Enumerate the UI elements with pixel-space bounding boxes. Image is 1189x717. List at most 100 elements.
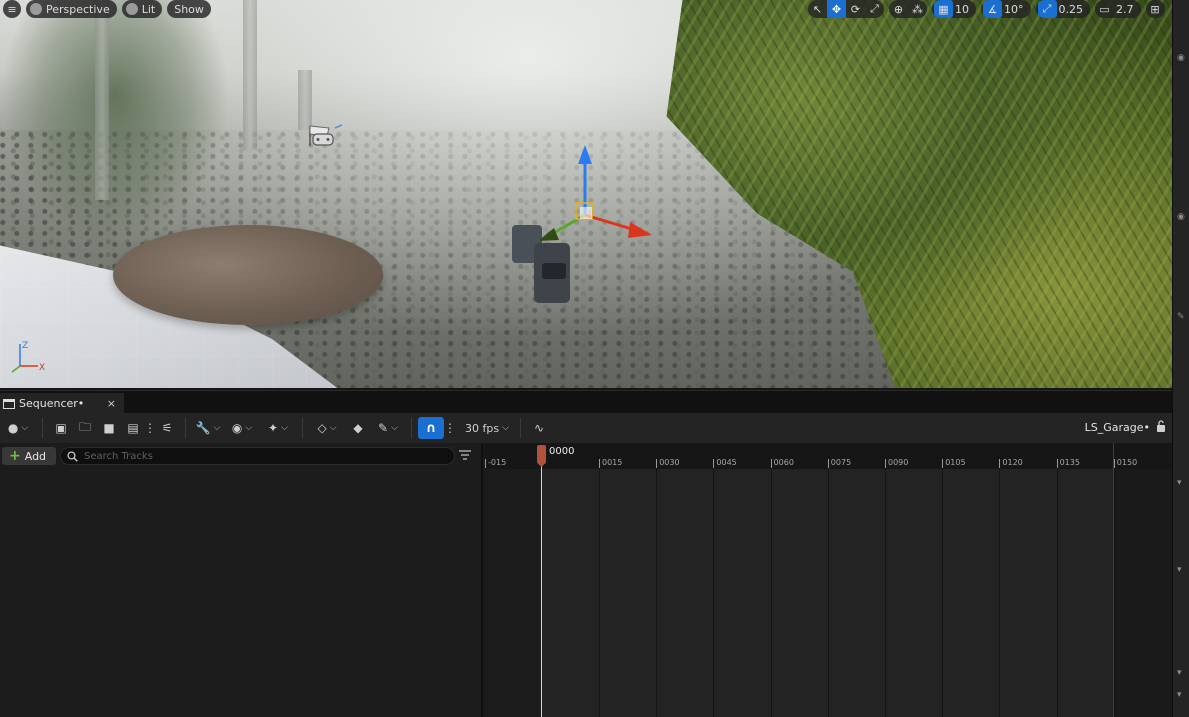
eye-icon[interactable]: ◉	[1177, 212, 1187, 222]
add-track-button[interactable]: + Add	[2, 447, 56, 465]
chevron-down-icon: ⌵	[21, 423, 29, 433]
chevron-down-icon[interactable]: ▾	[1177, 668, 1187, 678]
tab-sequencer[interactable]: Sequencer• ×	[0, 393, 124, 414]
clapper-button[interactable]: ▤	[121, 416, 145, 440]
scale-snap-value[interactable]: 0.25	[1057, 0, 1091, 18]
grid-snap-toggle[interactable]: ▦ 10	[932, 0, 976, 18]
diamond-icon: ◇	[317, 421, 327, 435]
timeline-area[interactable]: -015 0015 0030 0045 0060 0075 0090 0105 0120 0135…	[485, 443, 1172, 717]
fps-label: 30 fps	[465, 421, 500, 435]
movie-camera-icon: ■	[103, 421, 115, 435]
key-interp-button[interactable]: ◇ ⌵	[309, 416, 345, 440]
edit-mode-button[interactable]: ✎ ⌵	[371, 416, 405, 440]
perspective-button[interactable]: Perspective	[26, 0, 117, 18]
search-icon	[67, 450, 78, 462]
lock-icon[interactable]	[1156, 420, 1166, 432]
translate-mode-icon[interactable]: ✥	[827, 0, 846, 18]
rotate-mode-icon[interactable]: ⟳	[846, 0, 865, 18]
scale-snap-toggle[interactable]: ⤢ 0.25	[1035, 0, 1091, 18]
camera-icon: ▭	[1099, 2, 1110, 16]
playback-options-button[interactable]: ✦ ⌵	[260, 416, 296, 440]
ruler-tick-label: 0150	[1116, 458, 1138, 467]
curve-editor-button[interactable]: ∿	[527, 416, 551, 440]
camera-speed-button[interactable]: ▭ 2.7	[1095, 0, 1141, 18]
key-icon: ◆	[353, 421, 363, 435]
tab-label: Sequencer•	[19, 397, 85, 410]
snap-toggle-button[interactable]: ∩	[418, 417, 444, 439]
grid-snap-value[interactable]: 10	[953, 0, 976, 18]
ruler-tick-mark	[885, 459, 886, 468]
close-tab-button[interactable]: ×	[107, 397, 116, 410]
player-start-icon[interactable]	[307, 120, 347, 150]
more-options-button[interactable]: ⋮	[144, 416, 156, 440]
auto-key-button[interactable]: ◆	[345, 416, 371, 440]
search-tracks-input[interactable]	[84, 450, 444, 462]
chevron-down-icon[interactable]: ▾	[1177, 565, 1187, 575]
world-menu-button[interactable]: ● ⌵	[0, 416, 36, 440]
scale-snap-icon: ⤢	[1037, 0, 1057, 18]
playback-end-marker[interactable]	[1113, 443, 1114, 717]
timeline-grid-line	[599, 469, 600, 717]
playhead-frame-label: 0000	[549, 446, 575, 457]
ruler-tick-mark	[770, 459, 772, 468]
snap-options-button[interactable]: ⋮	[444, 416, 456, 440]
viewport-options-button[interactable]: ≡	[3, 0, 21, 18]
wrench-icon: 🔧	[195, 421, 211, 435]
hamburger-icon: ≡	[7, 2, 17, 16]
show-button[interactable]: Show	[167, 0, 211, 18]
ruler-tick-mark	[1056, 459, 1058, 468]
ruler-tick-label: 0075	[830, 458, 852, 467]
keyframe-star-icon: ✦	[268, 421, 279, 435]
timeline-grid-line	[656, 469, 658, 717]
timeline-grid-line	[1056, 469, 1058, 717]
lit-sphere-icon	[125, 3, 138, 15]
rotation-snap-toggle[interactable]: ∡ 10°	[981, 0, 1031, 18]
fps-selector[interactable]: 30 fps ⌵	[460, 416, 514, 440]
pencil-icon[interactable]: ✎	[1177, 312, 1187, 322]
ruler-tick-mark	[656, 459, 658, 468]
ruler-tick-label: 0120	[1002, 458, 1023, 467]
eye-icon[interactable]: ◉	[1177, 53, 1187, 63]
timeline-grid-line	[999, 469, 1001, 717]
pre-roll-region	[485, 469, 541, 717]
chevron-down-icon[interactable]: ▾	[1177, 478, 1187, 488]
ruler-tick-label: 0060	[773, 458, 794, 467]
rotation-snap-value[interactable]: 10°	[1002, 0, 1031, 18]
filter-icon[interactable]	[459, 449, 471, 461]
actions-icon: ⚟	[161, 421, 173, 435]
world-space-icon[interactable]: ⊕	[889, 0, 908, 18]
timeline-grid-line	[827, 469, 829, 717]
ruler-tick-mark	[827, 459, 829, 468]
curve-icon: ∿	[533, 421, 545, 435]
settings-button[interactable]: 🔧 ⌵	[192, 416, 224, 440]
chevron-down-icon: ⌵	[502, 423, 509, 433]
ruler-tick-mark	[942, 459, 944, 468]
angle-snap-icon: ∡	[983, 0, 1002, 18]
save-sequence-button[interactable]: ▣	[49, 416, 73, 440]
actions-button[interactable]: ⚟	[155, 416, 179, 440]
timeline-grid-line	[885, 469, 886, 717]
post-roll-region	[1114, 469, 1172, 717]
view-mode-button[interactable]: Lit	[121, 0, 163, 18]
layout-button[interactable]: ⊞	[1145, 0, 1165, 18]
timeline-grid-line	[942, 469, 944, 717]
select-mode-icon[interactable]: ↖	[808, 0, 827, 18]
timeline-grid-line	[713, 469, 715, 717]
render-movie-button[interactable]: ■	[97, 416, 121, 440]
scale-mode-icon[interactable]: ⤢	[865, 0, 884, 18]
surface-snap-icon[interactable]: ⁂	[908, 0, 927, 18]
level-viewport[interactable]: Z X ≡ Perspective Lit Show ↖ ✥ ⟳ ⤢ ⊕ ⁂ ▦…	[0, 0, 1172, 388]
translate-gizmo[interactable]	[540, 140, 660, 250]
sequence-name[interactable]: LS_Garage•	[1085, 421, 1150, 434]
chevron-down-icon[interactable]: ▾	[1177, 690, 1187, 700]
details-panel-edge: ◉ ◉ ✎ ▾ ▾ ▾ ▾	[1172, 0, 1189, 717]
ruler-tick-mark	[713, 459, 715, 468]
view-options-button[interactable]: ◉ ⌵	[224, 416, 260, 440]
eye-icon: ◉	[231, 421, 243, 435]
find-asset-button[interactable]: 🗀	[73, 416, 97, 440]
ruler-tick-mark	[599, 459, 600, 468]
track-outliner: + Add	[0, 443, 483, 717]
plus-icon: +	[9, 448, 21, 464]
tree-trunk	[95, 0, 109, 200]
playhead-handle[interactable]	[537, 445, 546, 467]
